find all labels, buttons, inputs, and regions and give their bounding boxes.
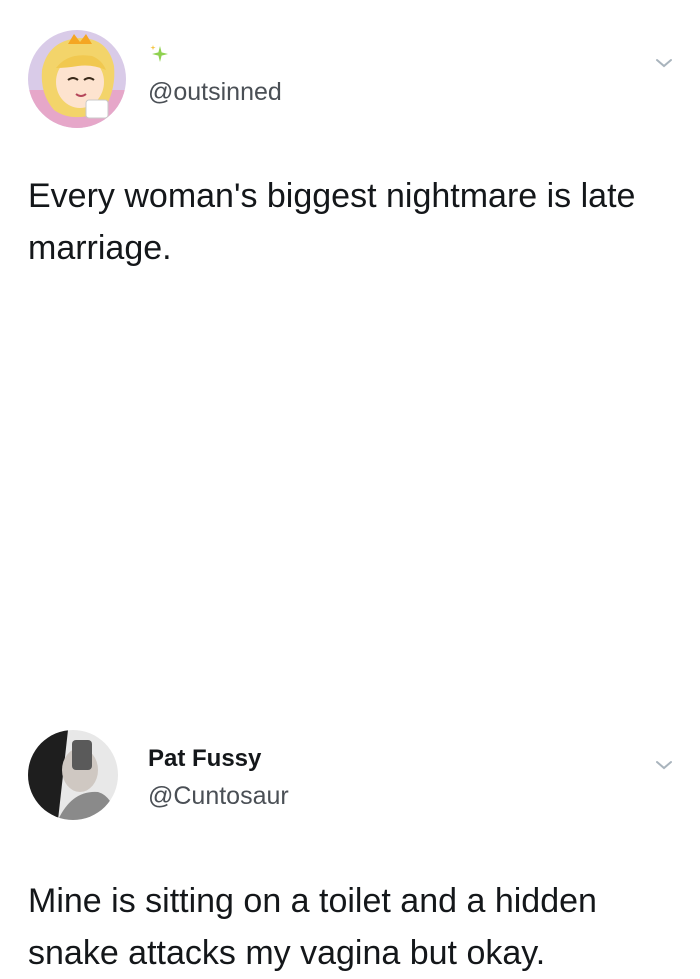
sparkle-icon <box>150 45 168 62</box>
chevron-down-icon[interactable] <box>654 56 674 70</box>
handle[interactable]: @outsinned <box>148 78 282 107</box>
cartoon-princess-avatar <box>28 30 126 128</box>
avatar-cuntosaur[interactable] <box>28 730 118 820</box>
selfie-avatar <box>28 730 118 820</box>
handle[interactable]: @Cuntosaur <box>148 782 289 811</box>
name-line <box>148 44 172 68</box>
display-name[interactable]: Pat Fussy <box>148 745 261 773</box>
tweet-outsinned: @outsinned Every woman's biggest nightma… <box>0 0 700 345</box>
chevron-down-icon[interactable] <box>654 758 674 772</box>
tweet-text: Mine is sitting on a toilet and a hidden… <box>28 882 597 972</box>
tweet-cuntosaur: Pat Fussy @Cuntosaur Mine is sitting on … <box>0 345 700 972</box>
tweet-text: Every woman's biggest nightmare is late … <box>28 177 636 267</box>
avatar-outsinned[interactable] <box>28 30 126 128</box>
